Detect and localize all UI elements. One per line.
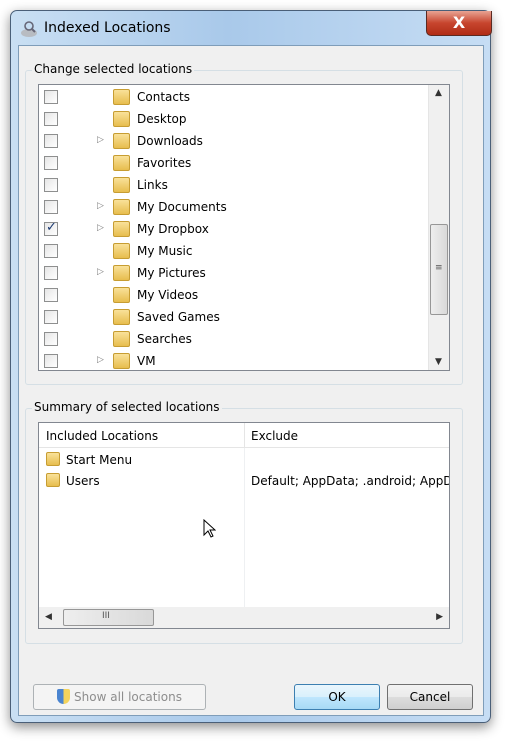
tree-item-label: My Videos bbox=[137, 288, 199, 302]
tree-item-label: My Music bbox=[137, 244, 193, 258]
location-cell: Users bbox=[66, 474, 100, 488]
checkbox[interactable] bbox=[44, 134, 58, 148]
indexing-icon bbox=[21, 21, 37, 37]
expand-arrow-icon[interactable]: ▷ bbox=[97, 201, 104, 211]
tree-item-label: My Pictures bbox=[137, 266, 206, 280]
folder-icon bbox=[113, 331, 130, 347]
ok-button[interactable]: OK bbox=[294, 684, 380, 710]
checkbox[interactable] bbox=[44, 244, 58, 258]
scroll-up-icon[interactable]: ▲ bbox=[435, 88, 442, 98]
tree-item-label: My Dropbox bbox=[137, 222, 209, 236]
tree-item-label: Saved Games bbox=[137, 310, 220, 324]
mouse-cursor-icon bbox=[203, 519, 216, 538]
indexed-locations-window: Indexed Locations X Change selected loca… bbox=[10, 10, 492, 723]
tree-item[interactable]: Contacts bbox=[39, 86, 427, 108]
column-included[interactable]: Included Locations bbox=[46, 429, 158, 443]
tree-item[interactable]: ▷ My Dropbox bbox=[39, 218, 427, 240]
folder-icon bbox=[113, 221, 130, 237]
folder-icon bbox=[113, 89, 130, 105]
column-exclude[interactable]: Exclude bbox=[244, 423, 449, 448]
summary-row[interactable]: Start Menu bbox=[39, 451, 449, 471]
tree-item[interactable]: My Videos bbox=[39, 284, 427, 306]
tree-item[interactable]: Links bbox=[39, 174, 427, 196]
checkbox[interactable] bbox=[44, 354, 58, 368]
tree-item-label: Searches bbox=[137, 332, 192, 346]
folder-icon bbox=[113, 243, 130, 259]
folder-icon bbox=[46, 452, 60, 466]
expand-arrow-icon[interactable]: ▷ bbox=[97, 267, 104, 277]
checkbox[interactable] bbox=[44, 288, 58, 302]
checkbox[interactable] bbox=[44, 332, 58, 346]
tree-item[interactable]: Searches bbox=[39, 328, 427, 350]
tree-item-label: Desktop bbox=[137, 112, 187, 126]
change-locations-group: Change selected locations ▲ ≡ ▼ Contacts… bbox=[25, 62, 463, 385]
tree-item-label: Downloads bbox=[137, 134, 203, 148]
tree-item-label: Links bbox=[137, 178, 168, 192]
expand-arrow-icon[interactable]: ▷ bbox=[97, 355, 104, 365]
folder-icon bbox=[46, 473, 60, 487]
tree-item[interactable]: Saved Games bbox=[39, 306, 427, 328]
dialog-client: Change selected locations ▲ ≡ ▼ Contacts… bbox=[18, 45, 484, 716]
show-all-locations-button[interactable]: Show all locations bbox=[33, 684, 206, 710]
checkbox[interactable] bbox=[44, 200, 58, 214]
tree-item[interactable]: My Music bbox=[39, 240, 427, 262]
tree-item[interactable]: ▷ VM bbox=[39, 350, 427, 370]
tree-item[interactable]: ▷ My Pictures bbox=[39, 262, 427, 284]
folder-icon bbox=[113, 177, 130, 193]
checkbox[interactable] bbox=[44, 266, 58, 280]
window-title: Indexed Locations bbox=[44, 20, 171, 36]
folder-icon bbox=[113, 353, 130, 369]
vertical-scrollbar[interactable]: ▲ ≡ ▼ bbox=[428, 85, 449, 370]
change-locations-label: Change selected locations bbox=[32, 62, 195, 76]
folder-icon bbox=[113, 111, 130, 127]
folder-icon bbox=[113, 155, 130, 171]
checkbox[interactable] bbox=[44, 112, 58, 126]
checkbox[interactable] bbox=[44, 220, 58, 236]
show-all-label: Show all locations bbox=[74, 690, 182, 704]
folder-icon bbox=[113, 199, 130, 215]
checkbox[interactable] bbox=[44, 156, 58, 170]
checkbox[interactable] bbox=[44, 310, 58, 324]
exclude-cell: Default; AppData; .android; AppDa bbox=[251, 474, 450, 488]
tree-item[interactable]: Favorites bbox=[39, 152, 427, 174]
tree-item[interactable]: ▷ Downloads bbox=[39, 130, 427, 152]
horizontal-scrollbar[interactable]: ◀ III ▶ bbox=[39, 607, 449, 628]
tree-item-label: Contacts bbox=[137, 90, 190, 104]
summary-list[interactable]: Included Locations Exclude Start Menu Use… bbox=[38, 422, 450, 629]
h-scrollbar-thumb[interactable]: III bbox=[63, 609, 154, 626]
folder-icon bbox=[113, 287, 130, 303]
folder-icon bbox=[113, 265, 130, 281]
scroll-right-icon[interactable]: ▶ bbox=[436, 612, 443, 622]
expand-arrow-icon[interactable]: ▷ bbox=[97, 223, 104, 233]
folder-icon bbox=[113, 133, 130, 149]
list-header: Included Locations Exclude bbox=[39, 423, 449, 448]
checkbox[interactable] bbox=[44, 90, 58, 104]
scroll-left-icon[interactable]: ◀ bbox=[45, 612, 52, 622]
summary-row[interactable]: Users Default; AppData; .android; AppDa bbox=[39, 472, 449, 492]
scroll-down-icon[interactable]: ▼ bbox=[435, 357, 442, 367]
expand-arrow-icon[interactable]: ▷ bbox=[97, 135, 104, 145]
tree-item-label: Favorites bbox=[137, 156, 192, 170]
close-button[interactable]: X bbox=[426, 11, 492, 36]
summary-group: Summary of selected locations Included L… bbox=[25, 400, 463, 644]
tree-item-label: My Documents bbox=[137, 200, 227, 214]
location-cell: Start Menu bbox=[66, 453, 133, 467]
shield-icon bbox=[57, 689, 71, 704]
scrollbar-thumb[interactable]: ≡ bbox=[430, 224, 448, 315]
folder-icon bbox=[113, 309, 130, 325]
tree-item-label: VM bbox=[137, 354, 156, 368]
tree-item[interactable]: ▷ My Documents bbox=[39, 196, 427, 218]
tree-item[interactable]: Desktop bbox=[39, 108, 427, 130]
cancel-button[interactable]: Cancel bbox=[387, 684, 473, 710]
checkbox[interactable] bbox=[44, 178, 58, 192]
summary-label: Summary of selected locations bbox=[32, 400, 222, 414]
locations-tree[interactable]: ▲ ≡ ▼ Contacts Desktop ▷ Downloads Favorites… bbox=[38, 84, 450, 371]
